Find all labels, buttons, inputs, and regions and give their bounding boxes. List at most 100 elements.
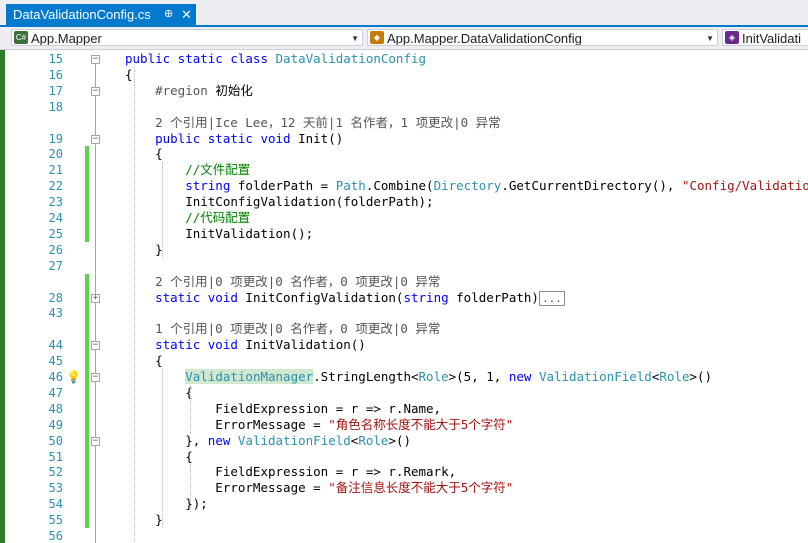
code-text: { (125, 353, 163, 369)
code-token: .StringLength< (313, 369, 419, 384)
code-line[interactable]: 47 { (5, 384, 808, 401)
collapse-icon[interactable]: − (91, 373, 100, 382)
code-text: ErrorMessage = "角色名称长度不能大于5个字符" (125, 417, 513, 433)
indent-guide (190, 384, 191, 433)
code-line[interactable]: 56 (5, 528, 808, 543)
code-line[interactable]: 23 InitConfigValidation(folderPath); (5, 194, 808, 211)
code-line[interactable]: 43 (5, 305, 808, 322)
code-token: "Config/Validation" (681, 178, 808, 194)
pin-icon[interactable]: ⊕ (164, 4, 173, 25)
code-line[interactable]: 22 string folderPath = Path.Combine(Dire… (5, 178, 808, 195)
code-line[interactable]: 15 − public static class DataValidationCon… (5, 51, 808, 67)
code-line[interactable]: 18 (5, 99, 808, 115)
code-token: InitConfigValidation( (245, 289, 404, 305)
close-icon[interactable]: ✕ (181, 4, 192, 25)
line-number: 25 (48, 226, 63, 241)
code-text: FieldExpression = r => r.Remark, (125, 464, 456, 480)
line-number: 44 (48, 338, 63, 353)
code-line[interactable]: 20 { (5, 146, 808, 163)
code-token: #region (125, 82, 216, 98)
collapse-icon[interactable]: − (91, 341, 100, 351)
collapsed-region-button[interactable]: ... (538, 290, 565, 306)
indent-guide (190, 464, 191, 513)
code-line[interactable]: 2 个引用|0 项更改|0 名作者，0 项更改|0 异常 (5, 273, 808, 290)
code-token: //文件配置 (125, 162, 251, 178)
change-indicator (85, 194, 89, 211)
code-token: InitValidation() (245, 337, 366, 353)
change-indicator (85, 496, 89, 513)
code-text: //文件配置 (125, 162, 250, 178)
method-icon: ◈ (725, 31, 739, 44)
line-number: 55 (48, 513, 63, 528)
line-number: 43 (48, 306, 63, 321)
code-token: { (125, 384, 193, 400)
code-editor[interactable]: 15 − public static class DataValidationCon… (5, 50, 808, 543)
code-line[interactable]: 54 }); (5, 496, 808, 513)
change-indicator (85, 369, 89, 385)
line-number: 20 (48, 147, 63, 162)
member-dropdown[interactable]: ◈ InitValidati (722, 29, 808, 46)
code-line[interactable]: 1 个引用|0 项更改|0 名作者，0 项更改|0 异常 (5, 321, 808, 338)
project-dropdown[interactable]: C# App.Mapper ▼ (11, 29, 363, 46)
code-line[interactable]: 28 + static void InitConfigValidation(str… (5, 289, 808, 306)
code-text: 2 个引用|0 项更改|0 名作者，0 项更改|0 异常 (125, 274, 440, 290)
code-text: 2 个引用|Ice Lee，12 天前|1 名作者，1 项更改|0 异常 (125, 115, 501, 131)
code-line[interactable]: 2 个引用|Ice Lee，12 天前|1 名作者，1 项更改|0 异常 (5, 115, 808, 131)
code-line[interactable]: 48 FieldExpression = r => r.Name, (5, 400, 808, 417)
code-token: ValidationManager (185, 369, 314, 384)
code-line[interactable]: 19 − public static void Init() (5, 131, 808, 147)
collapse-icon[interactable]: − (91, 55, 100, 64)
code-line[interactable]: 45 { (5, 353, 808, 370)
line-number: 17 (48, 83, 63, 98)
code-token: 初始化 (215, 82, 253, 98)
chevron-down-icon: ▼ (706, 34, 714, 43)
code-text: { (125, 385, 193, 401)
line-number: 51 (48, 449, 63, 464)
document-tab[interactable]: DataValidationConfig.cs ⊕ ✕ (6, 4, 196, 25)
code-line[interactable]: 24 //代码配置 (5, 210, 808, 226)
code-line[interactable]: 52 FieldExpression = r => r.Remark, (5, 464, 808, 481)
code-line[interactable]: 17 − #region 初始化 (5, 83, 808, 99)
collapse-icon[interactable]: − (91, 436, 100, 446)
change-indicator (85, 353, 89, 370)
code-text: static void InitValidation() (125, 337, 366, 353)
code-line[interactable]: 49 ErrorMessage = "角色名称长度不能大于5个字符" (5, 416, 808, 433)
code-text: ValidationManager.StringLength<Role>(5, … (125, 369, 712, 385)
code-line[interactable]: 21 //文件配置 (5, 162, 808, 179)
code-line[interactable]: 55 } (5, 512, 808, 529)
change-indicator (85, 210, 89, 226)
type-dropdown[interactable]: ◆ App.Mapper.DataValidationConfig ▼ (367, 29, 718, 46)
csharp-project-icon: C# (14, 31, 28, 44)
code-text: FieldExpression = r => r.Name, (125, 401, 441, 417)
code-text: public static void Init() (125, 131, 343, 147)
code-line[interactable]: 46 💡 − ValidationManager.StringLength<Role… (5, 369, 808, 385)
code-token: InitValidation(); (125, 225, 314, 241)
code-text: 1 个引用|0 项更改|0 名作者，0 项更改|0 异常 (125, 321, 440, 337)
code-line[interactable]: 16 { (5, 67, 808, 83)
code-line[interactable]: 25 InitValidation(); (5, 225, 808, 242)
code-line[interactable]: 53 ErrorMessage = "备注信息长度不能大于5个字符" (5, 480, 808, 497)
code-line[interactable]: 26 } (5, 242, 808, 258)
code-token: folderPath) (456, 289, 539, 305)
lightbulb-icon[interactable]: 💡 (66, 369, 81, 385)
code-line[interactable]: 44 − static void InitValidation() (5, 337, 808, 354)
change-indicator (85, 273, 89, 290)
change-indicator (85, 384, 89, 401)
collapse-icon[interactable]: − (91, 134, 100, 144)
code-text: { (125, 67, 133, 83)
change-indicator (85, 464, 89, 481)
code-token: >() (388, 432, 412, 448)
code-text: { (125, 146, 163, 162)
code-text: InitValidation(); (125, 226, 313, 242)
code-token: 1 个引用|0 项更改|0 名作者，0 项更改|0 异常 (125, 321, 441, 337)
code-line[interactable]: 51 { (5, 448, 808, 465)
expand-icon[interactable]: + (91, 293, 100, 303)
code-line[interactable]: 50 − }, new ValidationField<Role>() (5, 432, 808, 449)
collapse-icon[interactable]: − (91, 86, 100, 96)
line-number: 50 (48, 433, 63, 448)
code-token: ErrorMessage = (125, 416, 329, 432)
code-line[interactable]: 27 (5, 258, 808, 274)
code-token: ValidationField (237, 432, 351, 448)
code-token: folderPath = (237, 178, 336, 194)
chevron-down-icon: ▼ (351, 34, 359, 43)
